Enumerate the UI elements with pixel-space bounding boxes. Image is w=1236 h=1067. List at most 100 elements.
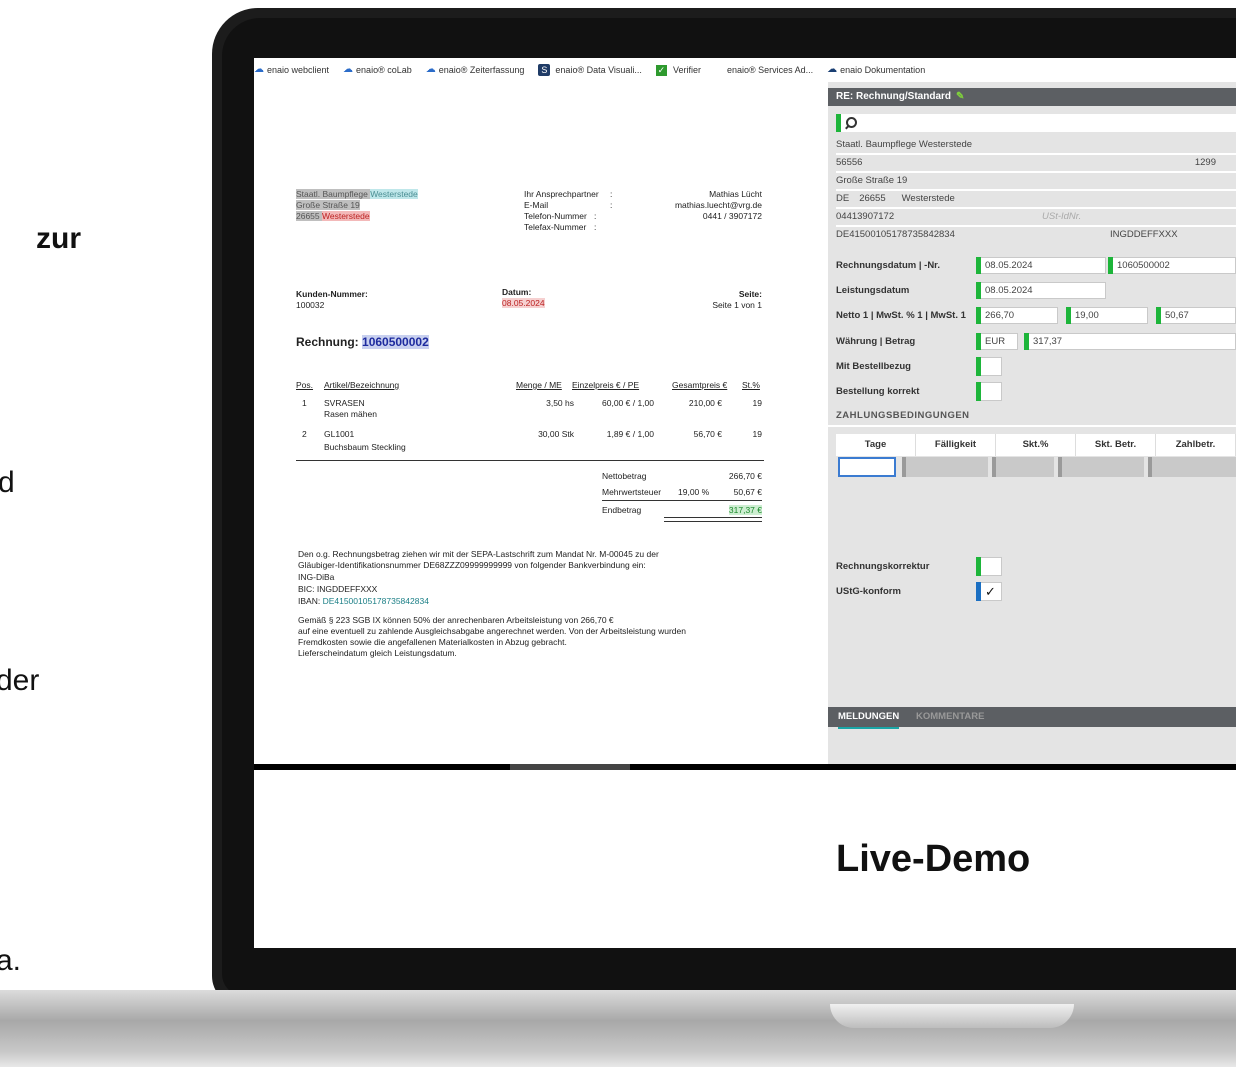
table-divider [296,460,764,461]
laptop-screen: ☁ enaio webclient ☁ enaio® coLab ☁ enaio® Z… [254,58,1236,948]
footer-line: Fremdkosten sowie die angefallenen Mater… [298,637,567,647]
bookmark-enaio-colab[interactable]: ☁ enaio® coLab [343,65,412,76]
payment-terms-header: Tage Fälligkeit Skt.% Skt. Betr. Zahlbet… [836,434,1236,456]
vendor-phone: 04413907172 USt-IdNr. [836,211,1082,222]
invoice-correction-checkbox[interactable] [976,557,1002,576]
footer-line: Gläubiger-Identifikationsnummer DE68ZZZ0… [298,560,646,570]
net-label: Nettobetrag [602,471,647,481]
enaio-icon: ☁ [254,64,264,75]
label-invoice-date-no: Rechnungsdatum | -Nr. [836,260,940,271]
col-article: Artikel/Bezeichnung [324,380,400,390]
check-icon: ✓ [655,64,667,76]
col-skonto-amount: Skt. Betr. [1076,434,1156,456]
contact-label-fax: Telefax-Nummer [524,222,587,232]
order-reference-checkbox[interactable] [976,357,1002,376]
tage-input[interactable] [838,457,896,477]
item-total: 56,70 € [693,429,722,439]
payment-terms-area [828,425,1236,427]
live-demo-title: Live-Demo [836,838,1031,880]
end-label: Endbetrag [602,505,642,515]
laptop-base-notch [830,1004,1074,1028]
item-article: GL1001 [324,429,355,439]
laptop-base [0,990,1236,1067]
checkmark-icon: ✓ [985,584,996,599]
data-visualization-icon: S [538,64,551,76]
order-correct-checkbox[interactable] [976,382,1002,401]
vat-label: Mehrwertsteuer [602,487,662,497]
bookmark-enaio-zeiterfassung[interactable]: ☁ enaio® Zeiterfassung [426,65,525,76]
net-value: 266,70 € [728,471,762,481]
item-article: SVRASEN [324,398,365,408]
currency-field[interactable]: EUR [976,333,1018,350]
payment-terms-row [836,457,1236,477]
vat-rate-field[interactable]: 19,00 [1066,307,1148,324]
slide-text-fragment: d [0,466,15,499]
sender-line-3: 26655 Westerstede [296,211,370,221]
faelligkeit-cell[interactable] [902,457,988,477]
date-value: 08.05.2024 [502,298,545,308]
search-bar[interactable] [836,114,1236,132]
contact-email: mathias.luecht@vrg.de [674,200,762,210]
footer-line: Gemäß § 223 SGB IX können 50% der anrech… [298,615,614,625]
page-label: Seite: [738,289,762,299]
skonto-percent-cell[interactable] [992,457,1054,477]
invoice-date-field[interactable]: 08.05.2024 [976,257,1106,274]
contact-label-partner: Ihr Ansprechpartner [524,189,599,199]
col-faelligkeit: Fälligkeit [916,434,996,456]
vat-rate: 19,00 % [678,487,710,497]
vat-field[interactable]: 50,67 [1156,307,1236,324]
invoice-title: Rechnung: 1060500002 [296,335,429,349]
item-desc: Buchsbaum Steckling [324,442,406,452]
bookmark-enaio-data-visualization[interactable]: Senaio® Data Visuali... [538,64,642,76]
zahlbetrag-cell[interactable] [1148,457,1236,477]
contact-colon: : [594,211,597,221]
invoice-number-field[interactable]: 1060500002 [1108,257,1236,274]
divider-notch [510,764,630,770]
contact-label-email: E-Mail [524,200,549,210]
bookmark-verifier[interactable]: ✓ Verifier [655,64,701,76]
amount-field[interactable]: 317,37 [1024,333,1236,350]
contact-colon: : [594,222,597,232]
footer-line: BIC: INGDDEFFXXX [298,584,378,594]
net-field[interactable]: 266,70 [976,307,1058,324]
tab-kommentare[interactable]: KOMMENTARE [916,707,984,727]
label-currency-amount: Währung | Betrag [836,336,916,347]
item-tax: 19 [752,398,762,408]
footer-line: Den o.g. Rechnungsbetrag ziehen wir mit … [298,549,659,559]
col-total: Gesamtpreis € [672,380,728,390]
col-unit-price: Einzelpreis € / PE [572,380,640,390]
slide-text-fragment: a. [0,944,22,977]
slide-text-fragment: der [0,664,40,697]
label-net-vat: Netto 1 | MwSt. % 1 | MwSt. 1 [836,310,966,321]
contact-phone: 0441 / 3907172 [702,211,762,221]
item-tax: 19 [752,429,762,439]
label-order-correct: Bestellung korrekt [836,386,920,397]
bookmark-enaio-services[interactable]: enaio® Services Ad... [727,65,813,75]
page-value: Seite 1 von 1 [712,300,762,310]
label-order-reference: Mit Bestellbezug [836,361,911,372]
bookmark-enaio-dokumentation[interactable]: ☁ enaio Dokumentation [827,65,925,76]
item-unit-price: 1,89 € / 1,00 [606,429,654,439]
panel-header: RE: Rechnung/Standard ✎ [828,88,1236,106]
extraction-panel: RE: Rechnung/Standard ✎ Staatl. Baumpfleg… [828,82,1236,764]
vat-value: 50,67 € [733,487,762,497]
item-unit-price: 60,00 € / 1,00 [602,398,654,408]
item-pos: 1 [302,398,307,408]
end-underline [664,517,762,522]
totals-divider [602,500,762,501]
skonto-amount-cell[interactable] [1058,457,1144,477]
col-zahlbetrag: Zahlbetr. [1156,434,1236,456]
message-tabs: MELDUNGEN KOMMENTARE [828,707,1236,729]
pencil-icon[interactable]: ✎ [956,91,964,102]
customer-number-label: Kunden-Nummer: [296,289,368,299]
tab-meldungen[interactable]: MELDUNGEN [838,707,900,729]
item-total: 210,00 € [688,398,722,408]
footer-line: ING-DiBa [298,572,335,582]
end-value: 317,37 € [728,505,762,515]
service-date-field[interactable]: 08.05.2024 [976,282,1106,299]
vendor-name: Staatl. Baumpflege Westerstede [836,139,973,150]
bookmark-enaio-webclient[interactable]: ☁ enaio webclient [254,64,329,76]
footer-iban: IBAN: DE41500105178735842834 [298,596,429,606]
vendor-id: 56556 1299 [836,157,1216,168]
ustg-compliant-checkbox[interactable]: ✓ [976,582,1002,601]
